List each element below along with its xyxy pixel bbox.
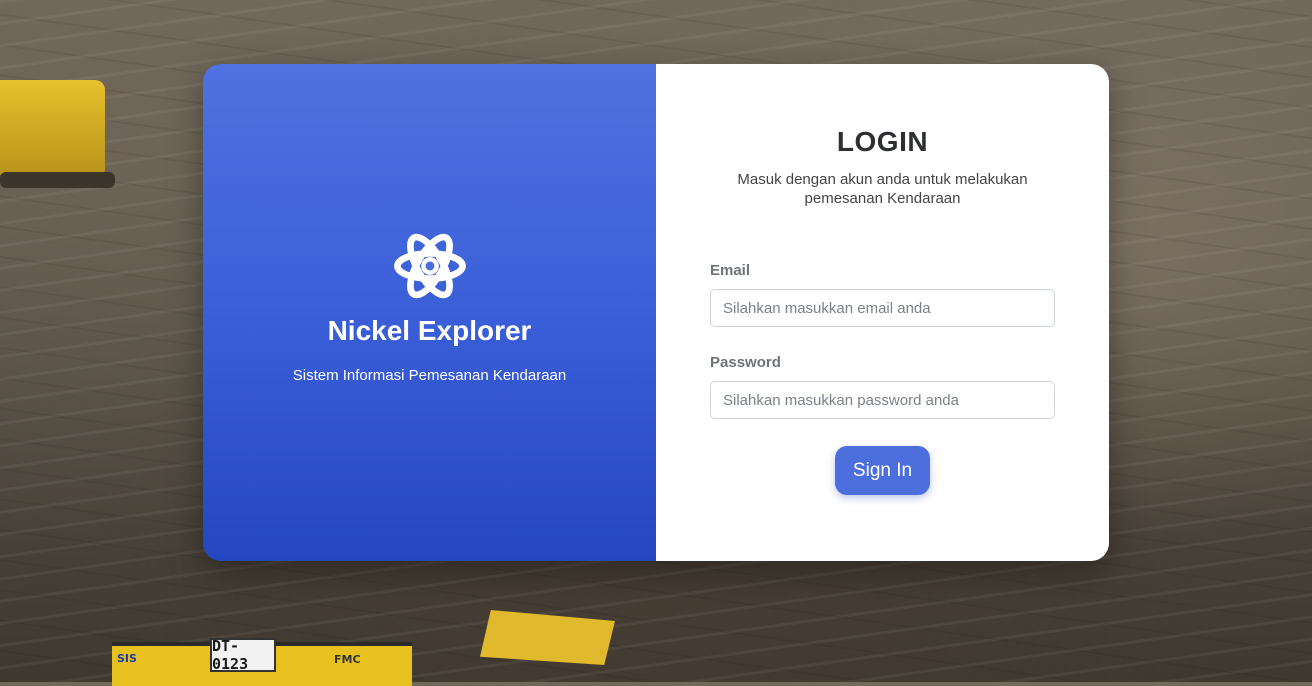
- background-excavator: [0, 80, 105, 175]
- login-form-panel: LOGIN Masuk dengan akun anda untuk melak…: [656, 64, 1109, 561]
- password-field[interactable]: [710, 381, 1055, 419]
- login-subtitle: Masuk dengan akun anda untuk melakukan p…: [737, 171, 1028, 207]
- email-label: Email: [710, 262, 751, 279]
- brand-title: Nickel Explorer: [327, 315, 532, 346]
- atom-icon: [393, 233, 466, 299]
- submit-wrapper: Sign In: [710, 446, 1055, 495]
- email-field-group: Email: [710, 262, 1055, 327]
- background-excavator-tracks: [0, 172, 115, 188]
- login-card: Nickel Explorer Sistem Informasi Pemesan…: [203, 64, 1109, 561]
- background-truck-plate: DT-0123: [210, 637, 276, 673]
- brand-subtitle: Sistem Informasi Pemesanan Kendaraan: [292, 367, 567, 384]
- brand-panel: Nickel Explorer Sistem Informasi Pemesan…: [203, 64, 656, 561]
- background-truck-brand: SIS: [117, 652, 137, 665]
- background-truck-code: FMC: [334, 653, 361, 666]
- password-label: Password: [710, 354, 781, 371]
- sign-in-button[interactable]: Sign In: [835, 446, 930, 495]
- password-field-group: Password: [710, 354, 1055, 419]
- login-title: LOGIN: [836, 126, 929, 157]
- login-form: Email Password Sign In: [710, 262, 1055, 495]
- email-field[interactable]: [710, 289, 1055, 327]
